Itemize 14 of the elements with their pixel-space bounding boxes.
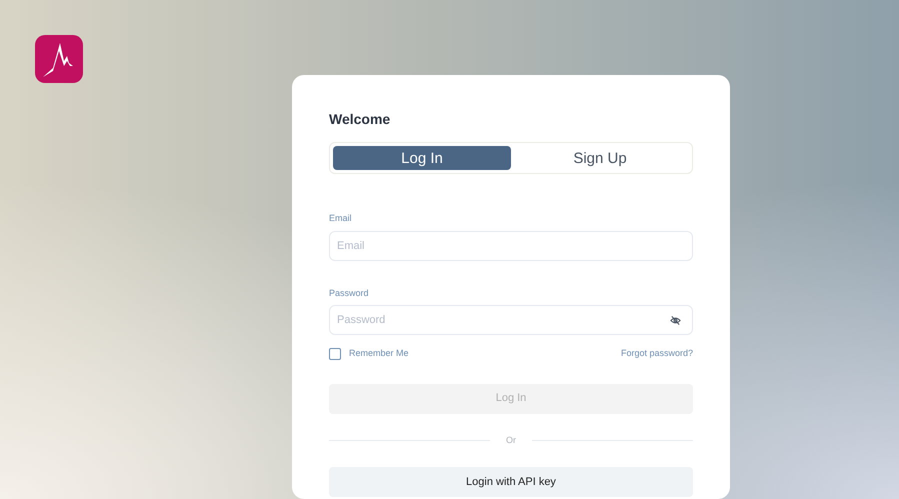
app-logo-icon: [35, 35, 83, 83]
tab[interactable]: Log In: [333, 146, 511, 170]
eye-slash-icon[interactable]: [670, 315, 681, 326]
field-label: Email: [329, 212, 352, 225]
field-label: Password: [329, 286, 369, 300]
welcome-heading: Welcome: [329, 110, 392, 129]
input-field[interactable]: Password: [329, 305, 693, 335]
forgot-password-link[interactable]: Forgot password?: [620, 347, 693, 360]
divider-text: Or: [506, 434, 516, 446]
checkbox[interactable]: [329, 348, 341, 360]
tab[interactable]: Sign Up: [511, 146, 689, 170]
checkbox-label: Remember Me: [349, 347, 409, 360]
input-field[interactable]: Email: [329, 230, 693, 260]
api-key-button[interactable]: Login with API key: [329, 467, 693, 497]
